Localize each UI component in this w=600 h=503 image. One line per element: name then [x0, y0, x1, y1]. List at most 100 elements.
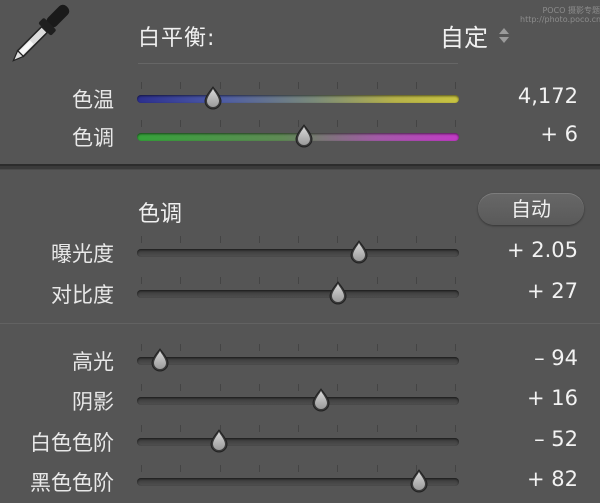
slider-tick — [455, 465, 456, 472]
slider-tick — [180, 344, 181, 351]
slider-tick — [377, 465, 378, 472]
slider-tick — [220, 120, 221, 127]
eyedropper-icon[interactable] — [0, 0, 70, 78]
slider-tick — [180, 425, 181, 432]
slider-ticks — [137, 425, 459, 435]
slider-label: 对比度 — [51, 283, 114, 307]
slider-tick — [377, 277, 378, 284]
slider-tick — [141, 120, 142, 127]
slider-label: 色调 — [72, 126, 114, 150]
whites-slider-track[interactable] — [137, 438, 459, 446]
slider-tick — [337, 236, 338, 243]
shadows-value[interactable]: + 16 — [527, 386, 578, 410]
whites-value[interactable]: – 52 — [534, 427, 578, 451]
slider-tick — [141, 82, 142, 89]
slider-tick — [259, 236, 260, 243]
slider-tick — [259, 277, 260, 284]
shadows-slider-track[interactable] — [137, 397, 459, 405]
slider-tick — [416, 277, 417, 284]
white-balance-dropdown[interactable]: 自定 — [440, 18, 510, 53]
contrast-slider-track[interactable] — [137, 290, 459, 298]
slider-tick — [180, 82, 181, 89]
slider-tick — [377, 236, 378, 243]
slider-label: 曝光度 — [51, 242, 114, 266]
slider-label: 白色色阶 — [30, 431, 114, 455]
tone-title: 色调 — [138, 202, 183, 227]
whites-slider-thumb[interactable] — [208, 429, 230, 453]
slider-tick — [455, 384, 456, 391]
watermark: POCO 摄影专题 http://photo.poco.cn — [520, 6, 600, 24]
slider-tick — [298, 82, 299, 89]
slider-label: 阴影 — [72, 390, 114, 414]
slider-ticks — [137, 384, 459, 394]
slider-tick — [377, 384, 378, 391]
exposure-slider-thumb[interactable] — [348, 240, 370, 264]
slider-tick — [220, 384, 221, 391]
divider — [138, 63, 458, 64]
slider-tick — [180, 277, 181, 284]
slider-tick — [298, 384, 299, 391]
slider-tick — [298, 344, 299, 351]
contrast-value[interactable]: + 27 — [527, 279, 578, 303]
slider-tick — [416, 120, 417, 127]
contrast-slider-thumb[interactable] — [327, 281, 349, 305]
slider-tick — [259, 120, 260, 127]
slider-tick — [455, 236, 456, 243]
divider — [0, 323, 600, 324]
slider-ticks — [137, 82, 459, 92]
slider-tick — [337, 344, 338, 351]
auto-tone-button[interactable]: 自动 — [478, 193, 584, 225]
slider-tick — [455, 344, 456, 351]
slider-ticks — [137, 277, 459, 287]
slider-tick — [298, 277, 299, 284]
highlights-value[interactable]: – 94 — [534, 346, 578, 370]
highlights-slider-thumb[interactable] — [149, 348, 171, 372]
slider-tick — [259, 465, 260, 472]
blacks-slider-thumb[interactable] — [408, 469, 430, 493]
slider-tick — [141, 465, 142, 472]
slider-tick — [259, 82, 260, 89]
slider-tick — [220, 344, 221, 351]
slider-tick — [337, 82, 338, 89]
updown-arrows-icon — [498, 26, 510, 46]
slider-tick — [141, 425, 142, 432]
slider-tick — [141, 384, 142, 391]
slider-tick — [141, 344, 142, 351]
slider-tick — [337, 465, 338, 472]
slider-tick — [377, 120, 378, 127]
temp-slider-thumb[interactable] — [202, 86, 224, 110]
slider-tick — [180, 384, 181, 391]
slider-tick — [259, 425, 260, 432]
tint-slider-thumb[interactable] — [293, 124, 315, 148]
slider-tick — [180, 120, 181, 127]
slider-tick — [259, 344, 260, 351]
slider-tick — [220, 236, 221, 243]
slider-tick — [141, 277, 142, 284]
highlights-slider-track[interactable] — [137, 357, 459, 365]
shadows-slider-thumb[interactable] — [310, 388, 332, 412]
slider-tick — [337, 384, 338, 391]
slider-tick — [377, 425, 378, 432]
blacks-value[interactable]: + 82 — [527, 467, 578, 491]
temp-slider-track[interactable] — [137, 95, 459, 103]
slider-tick — [416, 384, 417, 391]
tint-value[interactable]: + 6 — [540, 122, 578, 146]
slider-row-highlights: 高光 – 94 — [0, 340, 600, 380]
slider-row-blacks: 黑色色阶 + 82 — [0, 461, 600, 501]
slider-tick — [141, 236, 142, 243]
temp-value[interactable]: 4,172 — [518, 84, 578, 108]
slider-tick — [259, 384, 260, 391]
slider-tick — [455, 120, 456, 127]
slider-tick — [377, 344, 378, 351]
exposure-value[interactable]: + 2.05 — [507, 238, 578, 262]
slider-tick — [455, 277, 456, 284]
slider-tick — [298, 425, 299, 432]
slider-row-tint: 色调 + 6 — [0, 116, 600, 156]
slider-tick — [220, 465, 221, 472]
slider-label: 高光 — [72, 350, 114, 374]
slider-ticks — [137, 236, 459, 246]
slider-row-temp: 色温 4,172 — [0, 78, 600, 118]
slider-tick — [416, 425, 417, 432]
exposure-slider-track[interactable] — [137, 249, 459, 257]
slider-tick — [416, 82, 417, 89]
